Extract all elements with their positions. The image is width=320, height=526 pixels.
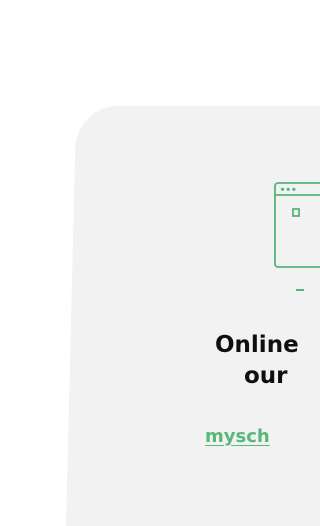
hero-title-line-1: Online (215, 332, 299, 358)
site-link[interactable]: mysch (205, 425, 270, 449)
browser-window-icon (273, 181, 320, 271)
hero-title-line-2: our (244, 363, 288, 389)
accent-dash (296, 289, 304, 291)
hero-title: Online our (215, 330, 299, 392)
info-card (66, 106, 320, 526)
